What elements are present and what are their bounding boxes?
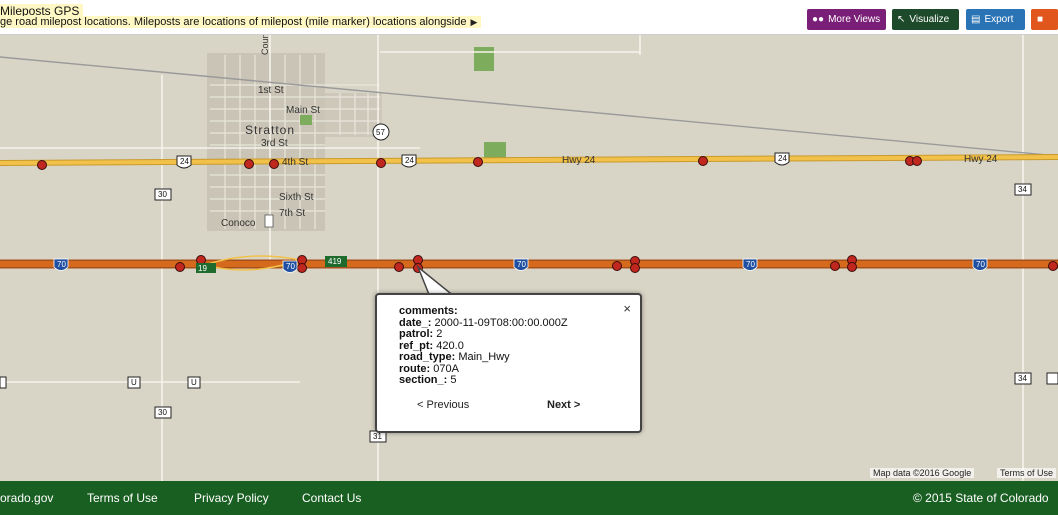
footer-link-home[interactable]: orado.gov: [0, 491, 53, 505]
attribute-key: section_:: [399, 374, 448, 386]
attribute-row: section_: 5: [399, 374, 568, 387]
conoco-label: Conoco: [221, 218, 256, 229]
attribute-value: 2: [436, 328, 443, 340]
i70-shield-number: 70: [57, 260, 66, 269]
binoculars-icon: ●●: [812, 14, 825, 25]
i70-shield-number: 70: [746, 260, 755, 269]
close-icon[interactable]: ×: [623, 301, 631, 316]
attribute-value: 2000-11-09T08:00:00.000Z: [434, 316, 568, 329]
previous-button[interactable]: < Previous: [417, 399, 469, 411]
third-st-label: 3rd St: [261, 138, 288, 149]
route-u-letter: U: [191, 378, 197, 387]
county-rd-label: County Rd: [260, 35, 270, 55]
popup-attributes: comments: date_: 2000-11-09T08:00:00.000…: [399, 305, 568, 387]
next-button[interactable]: Next >: [547, 399, 580, 411]
us-24-shield-number: 24: [180, 157, 189, 166]
exit-number: 419: [328, 257, 342, 266]
seventh-st-label: 7th St: [279, 208, 306, 219]
us-24-shield-number: 24: [778, 154, 787, 163]
site-footer: orado.gov Terms of Use Privacy Policy Co…: [0, 481, 1058, 515]
milepost-marker[interactable]: [630, 263, 640, 273]
more-views-button[interactable]: ●● More Views: [807, 9, 886, 30]
sixth-st-label: Sixth St: [279, 192, 314, 203]
milepost-marker[interactable]: [847, 262, 857, 272]
town-name-label: Stratton: [245, 123, 296, 137]
milepost-marker[interactable]: [830, 261, 840, 271]
attribute-key: ref_pt:: [399, 339, 434, 352]
us-24-shield-number: 24: [405, 156, 414, 165]
i70-shield-number: 70: [976, 260, 985, 269]
route-57-number: 57: [376, 128, 385, 137]
footer-link-privacy[interactable]: Privacy Policy: [194, 491, 269, 505]
attribute-key: route:: [399, 362, 431, 375]
milepost-marker[interactable]: [175, 262, 185, 272]
i70-shield-number: 70: [286, 262, 295, 271]
route-u-letter: U: [131, 378, 137, 387]
milepost-marker[interactable]: [37, 160, 47, 170]
route-31-number: 31: [373, 432, 382, 441]
route-30-number: 30: [158, 190, 167, 199]
more-views-label: More Views: [828, 14, 881, 25]
chart-icon: ↖: [897, 14, 906, 25]
milepost-marker[interactable]: [612, 261, 622, 271]
attribute-key: date_:: [399, 316, 432, 329]
attribute-key: road_type:: [399, 351, 456, 363]
attribute-value: 420.0: [436, 339, 464, 352]
milepost-marker[interactable]: [473, 157, 483, 167]
footer-link-contact[interactable]: Contact Us: [302, 491, 361, 505]
route-34-number: 34: [1018, 374, 1027, 383]
attribute-value: 5: [450, 374, 457, 386]
milepost-marker[interactable]: [376, 158, 386, 168]
dataset-header: Mileposts GPS ge road milepost locations…: [0, 0, 1058, 35]
milepost-marker[interactable]: [244, 159, 254, 169]
milepost-marker[interactable]: [912, 156, 922, 166]
railroad-line: [0, 56, 1058, 157]
export-label: Export: [984, 14, 1014, 25]
fourth-st-label: 4th St: [282, 157, 309, 168]
milepost-markers[interactable]: [37, 156, 1058, 273]
milepost-marker[interactable]: [1048, 261, 1058, 271]
description-text: ge road milepost locations. Mileposts ar…: [0, 16, 467, 28]
park-area: [474, 47, 494, 71]
export-button[interactable]: ▤ Export: [966, 9, 1025, 30]
milepost-marker[interactable]: [297, 263, 307, 273]
main-st-label: Main St: [286, 105, 320, 116]
comment-icon: ■: [1037, 14, 1044, 25]
milepost-marker[interactable]: [698, 156, 708, 166]
visualize-label: Visualize: [909, 14, 950, 25]
attribute-value: Main_Hwy: [458, 351, 510, 363]
park-area: [300, 115, 312, 125]
milepost-info-popup: × comments: date_: 2000-11-09T08:00:00.0…: [375, 293, 642, 433]
route-30-number: 30: [158, 408, 167, 417]
dataset-description: ge road milepost locations. Mileposts ar…: [0, 16, 482, 28]
attribute-key: patrol:: [399, 328, 434, 340]
hwy-24-label: Hwy 24: [964, 154, 998, 165]
gas-station-icon: [264, 214, 274, 228]
expand-arrow-icon[interactable]: ▶: [471, 17, 478, 27]
comment-button[interactable]: ■: [1031, 9, 1058, 30]
visualize-button[interactable]: ↖ Visualize: [892, 9, 959, 30]
map-attribution: Map data ©2016 Google: [870, 468, 975, 478]
export-icon: ▤: [971, 14, 981, 25]
milepost-marker[interactable]: [269, 159, 279, 169]
footer-copyright: © 2015 State of Colorado: [913, 491, 1049, 505]
exit-number: 19: [198, 264, 207, 273]
first-st-label: 1st St: [258, 85, 284, 96]
milepost-marker[interactable]: [394, 262, 404, 272]
hwy-24-label: Hwy 24: [562, 155, 596, 166]
route-34-number: 34: [1018, 185, 1027, 194]
attribute-key: comments:: [399, 305, 458, 317]
footer-link-terms[interactable]: Terms of Use: [87, 491, 158, 505]
map-terms-link[interactable]: Terms of Use: [997, 468, 1057, 478]
i70-shield-number: 70: [517, 260, 526, 269]
attribute-value: 070A: [433, 362, 459, 375]
